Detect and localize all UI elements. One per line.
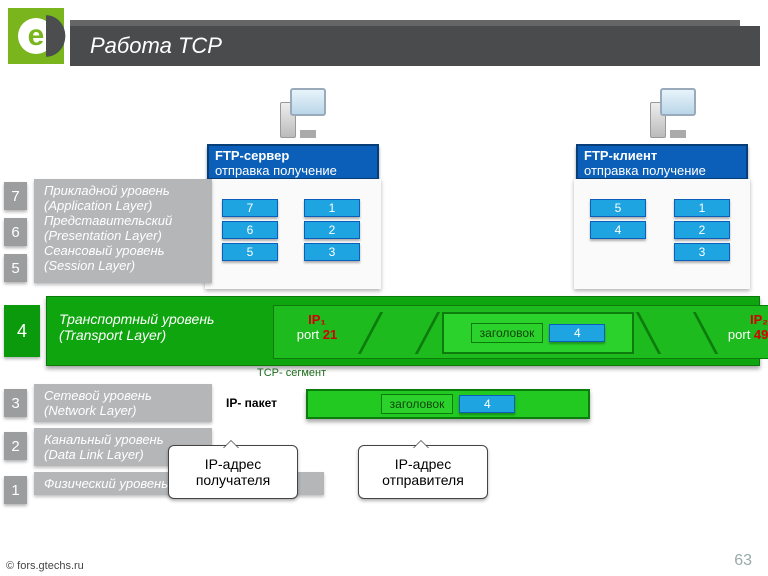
footer-copyright: © fors.gtechs.ru xyxy=(6,560,84,572)
queue-chip: 5 xyxy=(222,243,278,261)
ip-header-label: заголовок xyxy=(381,394,454,414)
tcp-caption: TCP- сегмент xyxy=(257,367,326,379)
queue-chip: 5 xyxy=(590,199,646,217)
queue-chip: 3 xyxy=(304,243,360,261)
bubble-recipient-ip: IP-адрес получателя xyxy=(168,445,298,499)
layer-number-4: 4 xyxy=(4,305,40,357)
layer-number-1: 1 xyxy=(4,476,27,504)
src-endpoint: IP₁port 21 xyxy=(278,312,356,354)
tcp-segment: IP₁port 21 заголовок 4 IP₂port 49152 xyxy=(273,305,768,359)
osi-layer-7-6-5: Прикладной уровень(Application Layer) Пр… xyxy=(34,179,212,283)
queue-chip: 2 xyxy=(304,221,360,239)
layer-number-3: 3 xyxy=(4,389,27,417)
queue-chip: 1 xyxy=(674,199,730,217)
server-computer-icon xyxy=(280,88,338,138)
layer-number-5: 5 xyxy=(4,254,27,282)
layer-number-7: 7 xyxy=(4,182,27,210)
transport-layer-row: Транспортный уровень(Transport Layer) IP… xyxy=(46,296,760,366)
ip-payload-chip: 4 xyxy=(459,395,515,413)
osi-layer-3: Сетевой уровень(Network Layer) xyxy=(34,384,212,422)
ip-packet-label: IP- пакет xyxy=(226,396,277,410)
bubble-sender-ip: IP-адрес отправителя xyxy=(358,445,488,499)
queue-chip: 4 xyxy=(590,221,646,239)
queue-chip: 3 xyxy=(674,243,730,261)
layer-number-6: 6 xyxy=(4,218,27,246)
ftp-server-header: FTP-серверотправка получение xyxy=(207,144,379,180)
ftp-client-header: FTP-клиентотправка получение xyxy=(576,144,748,180)
layer-number-2: 2 xyxy=(4,432,27,460)
queue-chip: 1 xyxy=(304,199,360,217)
client-computer-icon xyxy=(650,88,708,138)
dst-endpoint: IP₂port 49152 xyxy=(720,312,768,354)
page-title: Работа TCP xyxy=(70,26,760,66)
queue-chip: 2 xyxy=(674,221,730,239)
brand-logo: e xyxy=(8,8,64,64)
queue-chip: 7 xyxy=(222,199,278,217)
queue-chip: 6 xyxy=(222,221,278,239)
tcp-header-label: заголовок xyxy=(471,323,544,343)
payload-chip: 4 xyxy=(549,324,605,342)
page-number: 63 xyxy=(734,552,752,570)
ip-packet: заголовок 4 xyxy=(306,389,590,419)
